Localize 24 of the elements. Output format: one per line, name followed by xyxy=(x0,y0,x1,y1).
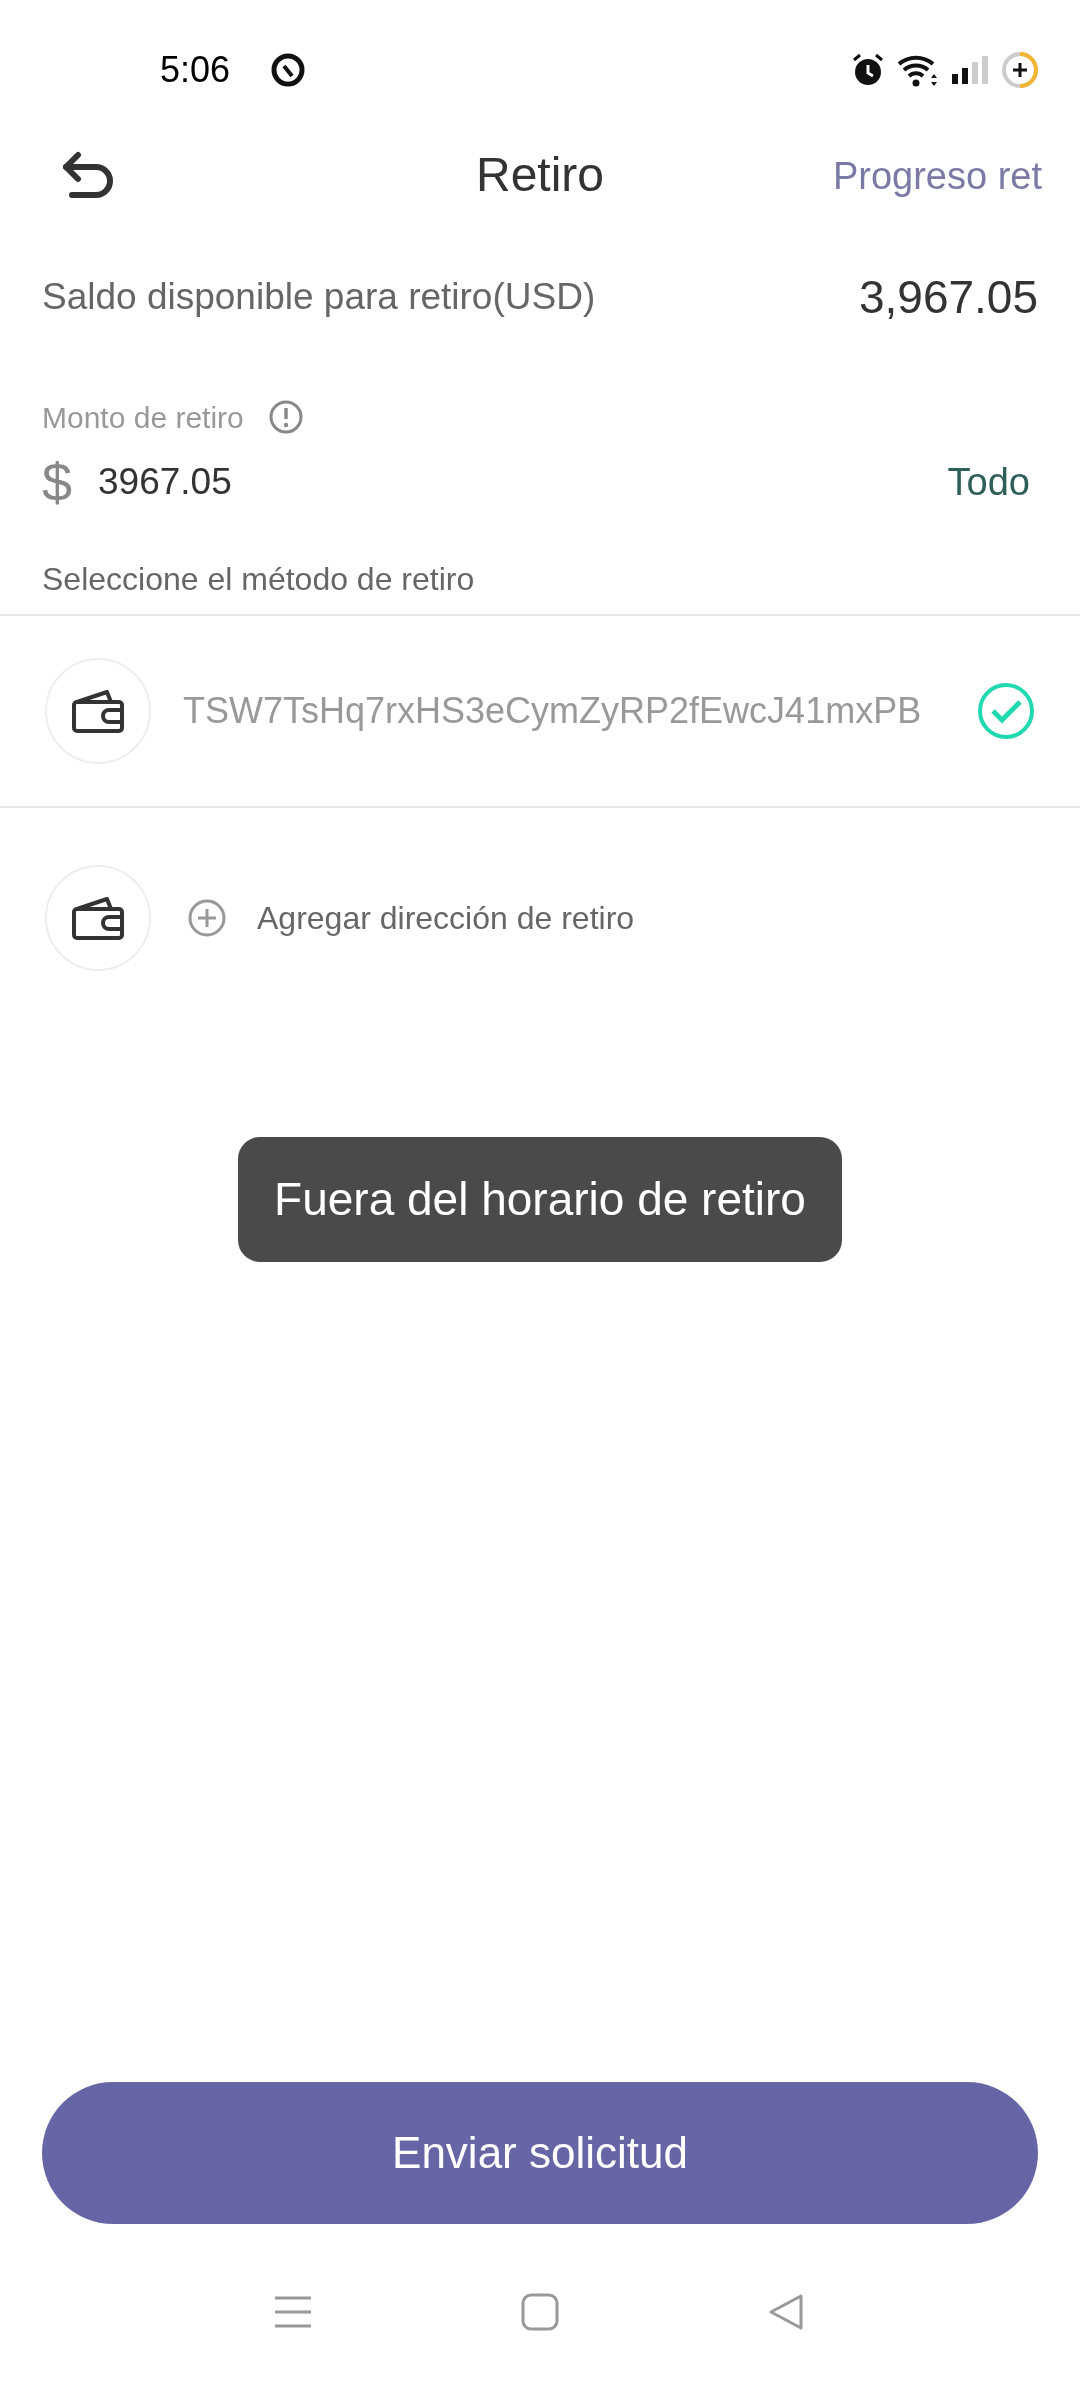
plus-icon xyxy=(187,898,227,938)
status-time: 5:06 xyxy=(160,48,231,92)
home-icon[interactable] xyxy=(520,2292,560,2332)
amount-input[interactable]: 3967.05 xyxy=(98,454,948,510)
wallet-icon xyxy=(45,865,151,971)
check-icon xyxy=(977,682,1035,740)
add-address-row[interactable]: Agregar dirección de retiro xyxy=(0,808,1080,1028)
status-circle-icon xyxy=(270,52,307,88)
toast-message: Fuera del horario de retiro xyxy=(238,1137,842,1262)
battery-icon xyxy=(1000,50,1040,90)
wallet-address: TSW7TsHq7rxHS3eCymZyRP2fEwcJ41mxPB xyxy=(183,689,923,733)
add-address-label: Agregar dirección de retiro xyxy=(257,899,635,938)
all-link[interactable]: Todo xyxy=(947,453,1030,511)
progress-link[interactable]: Progreso ret xyxy=(832,148,1042,205)
page-title: Retiro xyxy=(475,147,604,203)
alarm-icon xyxy=(850,52,886,88)
amount-label: Monto de retiro xyxy=(42,399,244,436)
submit-button[interactable]: Enviar solicitud xyxy=(42,2082,1038,2224)
wallet-icon xyxy=(45,658,151,764)
info-icon[interactable] xyxy=(267,399,304,435)
method-label: Seleccione el método de retiro xyxy=(42,560,475,599)
currency-symbol: $ xyxy=(42,450,74,514)
balance-label: Saldo disponible para retiro(USD) xyxy=(42,275,596,320)
balance-value: 3,967.05 xyxy=(858,269,1038,325)
